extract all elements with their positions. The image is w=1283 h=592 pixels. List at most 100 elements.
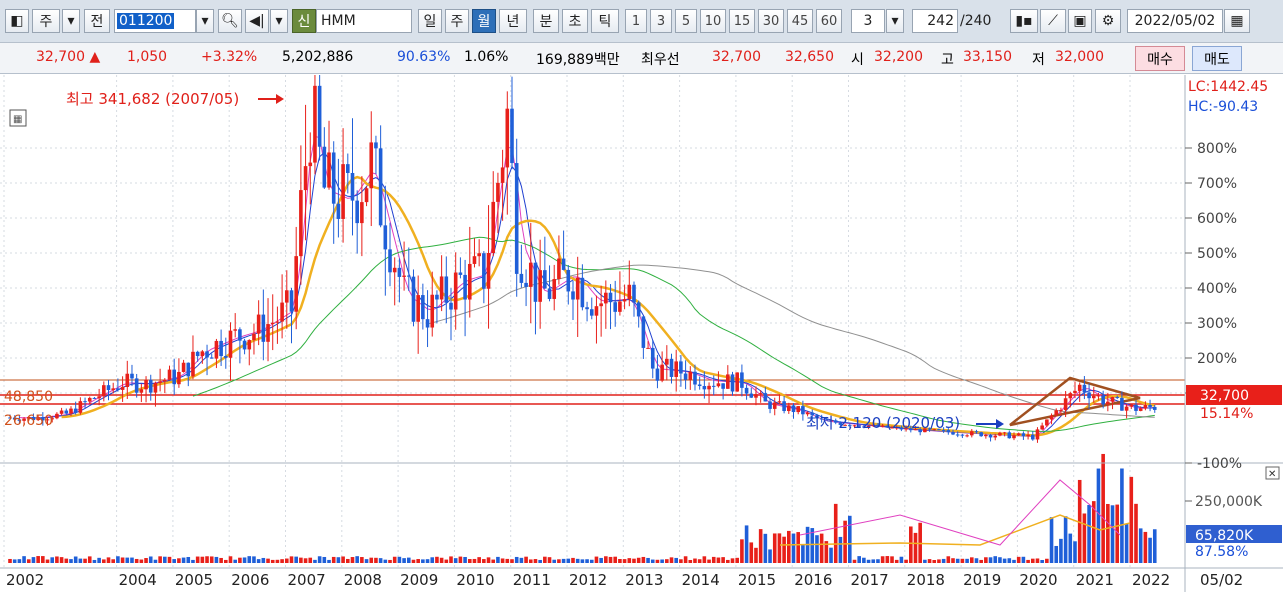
save-icon[interactable]: ▣ bbox=[1068, 9, 1092, 33]
minute-option[interactable]: 15 bbox=[729, 9, 755, 33]
stock-name-field[interactable]: HMM bbox=[316, 9, 412, 33]
volume-bar bbox=[219, 557, 223, 563]
candle-body bbox=[125, 373, 130, 388]
candle-body bbox=[665, 358, 669, 365]
calendar-icon[interactable]: ▦ bbox=[1224, 9, 1250, 33]
candle-body bbox=[782, 401, 786, 412]
shin-button[interactable]: 신 bbox=[292, 9, 316, 33]
volume-bar bbox=[336, 557, 341, 563]
tab-minute[interactable]: 분 bbox=[533, 9, 559, 33]
minute-option[interactable]: 45 bbox=[787, 9, 813, 33]
candle-body bbox=[528, 262, 533, 287]
tab-tick[interactable]: 틱 bbox=[591, 9, 619, 33]
minute-option[interactable]: 1 bbox=[625, 9, 647, 33]
chevron-down-icon[interactable]: ▾ bbox=[270, 9, 288, 33]
speaker-icon[interactable]: ◀| bbox=[245, 9, 269, 33]
volume-bar bbox=[500, 558, 505, 563]
candle-body bbox=[1030, 434, 1035, 440]
tab-yearly[interactable]: 년 bbox=[499, 9, 527, 33]
tab-weekly[interactable]: 주 bbox=[445, 9, 469, 33]
minute-option[interactable]: 60 bbox=[816, 9, 842, 33]
volume-bar bbox=[402, 558, 406, 563]
volume-bar bbox=[1054, 545, 1059, 563]
candle-body bbox=[111, 388, 115, 391]
candle-body bbox=[632, 284, 636, 303]
volume-bar bbox=[955, 558, 960, 563]
mode-select[interactable]: 주 bbox=[32, 9, 60, 33]
volume-bar bbox=[64, 558, 69, 563]
candle-body bbox=[355, 200, 359, 224]
volume-bar bbox=[78, 558, 83, 563]
date-input[interactable]: 2022/05/02 bbox=[1127, 9, 1223, 33]
x-axis-label: 2015 bbox=[738, 571, 776, 589]
volume-bar bbox=[960, 558, 965, 563]
candle-body bbox=[1082, 384, 1087, 393]
volume-bar bbox=[702, 556, 707, 563]
candle-body bbox=[214, 340, 219, 359]
chevron-down-icon[interactable]: ▾ bbox=[62, 9, 80, 33]
volume-bar bbox=[514, 556, 519, 563]
volume-bar bbox=[31, 557, 36, 563]
layout-icon[interactable]: ◧ bbox=[5, 9, 29, 33]
volume-value: 5,202,886 bbox=[282, 49, 354, 65]
candle-body bbox=[1143, 405, 1148, 409]
line-chart-icon[interactable]: ⟋ bbox=[1040, 9, 1066, 33]
candle-body bbox=[1021, 433, 1026, 437]
search-icon[interactable]: 🔍︎ bbox=[218, 9, 242, 33]
candle-body bbox=[1040, 425, 1044, 430]
candle-body bbox=[97, 396, 101, 399]
volume-bar bbox=[214, 556, 219, 563]
minute-option[interactable]: 5 bbox=[675, 9, 697, 33]
candle-icon[interactable]: ▮▪ bbox=[1010, 9, 1038, 33]
volume-bar bbox=[777, 533, 782, 563]
chevron-down-icon[interactable]: ▾ bbox=[886, 9, 904, 33]
volume-bar bbox=[552, 559, 557, 563]
candle-body bbox=[139, 389, 144, 393]
minute-option[interactable]: 10 bbox=[700, 9, 726, 33]
candle-body bbox=[303, 166, 308, 191]
gear-icon[interactable]: ⚙ bbox=[1095, 9, 1121, 33]
count-input[interactable]: 242 bbox=[912, 9, 958, 33]
volume-bar bbox=[317, 556, 322, 563]
volume-bar bbox=[993, 556, 998, 563]
candle-body bbox=[1035, 429, 1040, 440]
volume-bar bbox=[12, 559, 17, 563]
code-input[interactable]: 011200 bbox=[114, 9, 196, 33]
minute-option[interactable]: 30 bbox=[758, 9, 784, 33]
chevron-down-icon[interactable]: ▾ bbox=[196, 9, 214, 33]
volume-bar bbox=[8, 558, 12, 563]
tab-second[interactable]: 초 bbox=[562, 9, 588, 33]
unit-input[interactable]: 3 bbox=[851, 9, 885, 33]
volume-bar bbox=[195, 556, 200, 563]
volume-bar bbox=[1059, 538, 1063, 563]
candle-body bbox=[660, 364, 664, 381]
buy-button[interactable]: 매수 bbox=[1135, 46, 1185, 71]
candle-body bbox=[585, 307, 589, 310]
x-axis-label: 2014 bbox=[682, 571, 720, 589]
volume-bar bbox=[1016, 556, 1021, 563]
candle-body bbox=[955, 434, 960, 436]
price-chart[interactable]: ▦ ✕ LC:1442.45 HC:-90.43 800% 700% 600% 500… bbox=[0, 75, 1283, 592]
tab-monthly[interactable]: 월 bbox=[472, 9, 496, 33]
volume-bar bbox=[894, 559, 899, 563]
volume-bar bbox=[561, 558, 566, 563]
candle-body bbox=[148, 379, 153, 393]
volume-bar bbox=[538, 559, 542, 563]
x-axis-label: 2010 bbox=[456, 571, 494, 589]
sell-button[interactable]: 매도 bbox=[1192, 46, 1242, 71]
volume-bar bbox=[425, 559, 430, 563]
volume-bar bbox=[191, 559, 195, 563]
volume-bar bbox=[749, 542, 754, 563]
candle-body bbox=[299, 190, 303, 257]
minute-option[interactable]: 3 bbox=[650, 9, 672, 33]
volume-bar bbox=[650, 559, 655, 563]
prev-button[interactable]: 전 bbox=[84, 9, 110, 33]
candle-body bbox=[777, 401, 782, 403]
candle-body bbox=[177, 371, 181, 385]
quote-infobar: 32,700 ▲ 1,050 +3.32% 5,202,886 90.63% 1… bbox=[0, 43, 1283, 74]
volume-bar bbox=[172, 559, 176, 563]
candle-body bbox=[669, 358, 674, 377]
volume-bar bbox=[106, 557, 111, 563]
y-tick-label: 800% bbox=[1197, 141, 1237, 157]
tab-daily[interactable]: 일 bbox=[418, 9, 442, 33]
